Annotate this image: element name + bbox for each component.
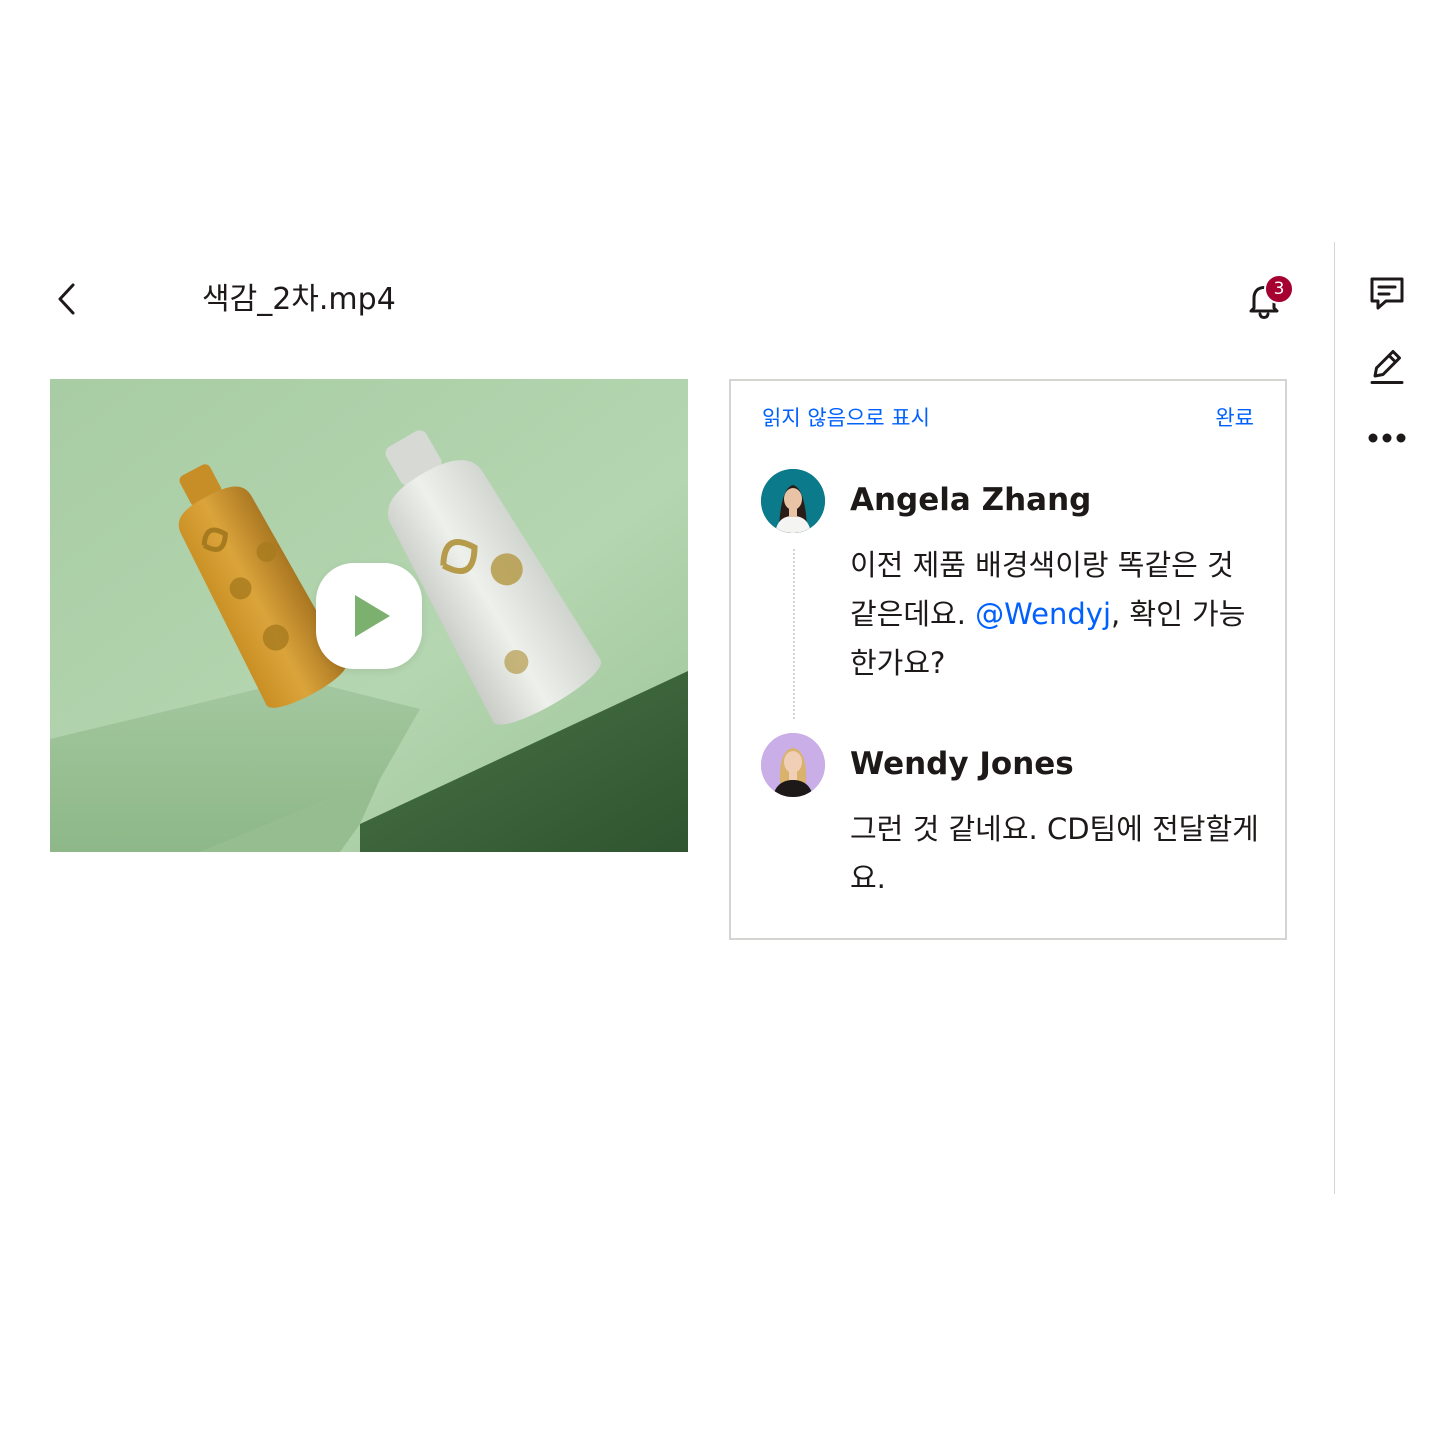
play-icon: [355, 595, 390, 637]
pencil-icon: [1370, 350, 1404, 384]
more-dots-icon: [1368, 433, 1406, 443]
comment-body: 그런 것 같네요. CD팀에 전달할게요.: [850, 812, 1259, 895]
thread-connector-line: [793, 549, 795, 719]
chevron-left-icon: [58, 283, 75, 315]
notification-count-badge: 3: [1264, 274, 1294, 304]
comment-icon: [1370, 277, 1404, 310]
comment-button[interactable]: [1365, 272, 1409, 316]
avatar-angela-zhang[interactable]: [761, 469, 825, 533]
mention-link[interactable]: @Wendyj: [975, 597, 1111, 631]
person-photo-icon: [761, 733, 825, 797]
notifications-button[interactable]: 3: [1242, 274, 1294, 322]
back-button[interactable]: [44, 276, 88, 322]
person-photo-icon: [761, 469, 825, 533]
comment-author-name: Angela Zhang: [850, 482, 1092, 518]
video-preview[interactable]: [50, 379, 688, 852]
comment-author-name: Wendy Jones: [850, 746, 1074, 782]
comment-thread-panel: 읽지 않음으로 표시 완료 Angela Zhang 이전 제품 배경색이랑 똑…: [729, 379, 1287, 940]
avatar-wendy-jones[interactable]: [761, 733, 825, 797]
resolve-link[interactable]: 완료: [1215, 403, 1254, 433]
more-button[interactable]: [1365, 416, 1409, 460]
comment-body: 이전 제품 배경색이랑 똑같은 것 같은데요. @Wendyj, 확인 가능한가…: [850, 541, 1260, 688]
file-title: 색감_2차.mp4: [202, 282, 396, 317]
edit-button[interactable]: [1365, 344, 1409, 388]
mark-as-unread-link[interactable]: 읽지 않음으로 표시: [762, 403, 930, 433]
file-preview-page: 색감_2차.mp4 3 읽지 않음으로 표시 완료 Angela Zhang 이…: [0, 0, 1440, 1440]
right-rail: [1334, 242, 1440, 1194]
play-button[interactable]: [316, 563, 422, 669]
